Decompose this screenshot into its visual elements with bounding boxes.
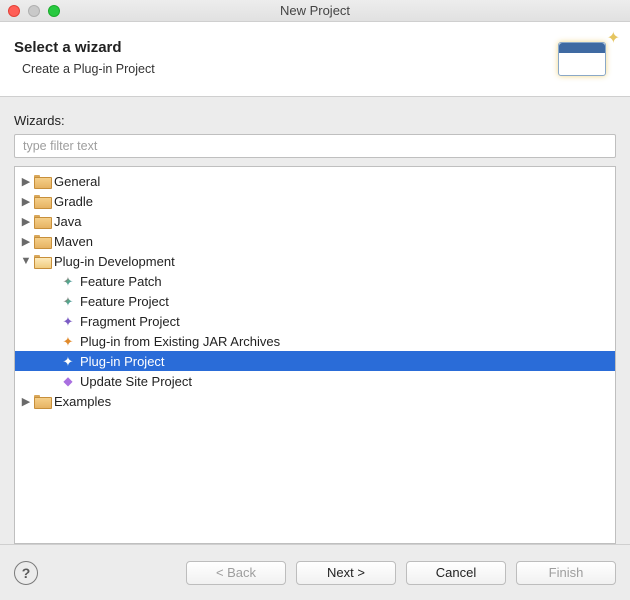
plugin-icon: ✦	[59, 353, 77, 369]
tree-item-label: Examples	[54, 394, 111, 409]
folder-icon	[33, 173, 51, 189]
tree-item-label: Plug-in from Existing JAR Archives	[80, 334, 280, 349]
tree-item-update-site-project[interactable]: ◆Update Site Project	[15, 371, 615, 391]
wizard-banner: Select a wizard Create a Plug-in Project…	[0, 22, 630, 97]
tree-item-label: Feature Project	[80, 294, 169, 309]
folder-icon	[33, 213, 51, 229]
folder-icon	[33, 253, 51, 269]
wizard-heading: Select a wizard	[14, 39, 155, 56]
help-button[interactable]: ?	[14, 561, 38, 585]
tree-folder-general[interactable]: ▶ General	[15, 171, 615, 191]
wizard-subheading: Create a Plug-in Project	[22, 62, 155, 76]
wizard-tree[interactable]: ▶ General ▶ Gradle ▶ Java ▶ Maven ▼ Plug-in Devel…	[14, 166, 616, 544]
folder-icon	[33, 193, 51, 209]
tree-item-feature-patch[interactable]: ✦Feature Patch	[15, 271, 615, 291]
tree-item-plug-in-project[interactable]: ✦Plug-in Project	[15, 351, 615, 371]
plugin-icon: ✦	[59, 273, 77, 289]
wizards-label: Wizards:	[14, 113, 616, 128]
tree-item-plug-in-from-existing-jar-archives[interactable]: ✦Plug-in from Existing JAR Archives	[15, 331, 615, 351]
tree-item-label: Java	[54, 214, 81, 229]
tree-folder-gradle[interactable]: ▶ Gradle	[15, 191, 615, 211]
wizard-footer: ? < Back Next > Cancel Finish	[0, 544, 630, 600]
plugin-icon: ✦	[59, 333, 77, 349]
expand-icon[interactable]: ▶	[19, 235, 33, 248]
wizard-body: Wizards: ▶ General ▶ Gradle ▶ Java ▶ Maven ▼ Plug…	[0, 97, 630, 544]
finish-button[interactable]: Finish	[516, 561, 616, 585]
expand-icon[interactable]: ▶	[19, 395, 33, 408]
tree-folder-java[interactable]: ▶ Java	[15, 211, 615, 231]
tree-folder-examples[interactable]: ▶ Examples	[15, 391, 615, 411]
tree-folder-plugin-development[interactable]: ▼ Plug-in Development	[15, 251, 615, 271]
titlebar: New Project	[0, 0, 630, 22]
site-icon: ◆	[59, 373, 77, 389]
expand-icon[interactable]: ▶	[19, 215, 33, 228]
next-button[interactable]: Next >	[296, 561, 396, 585]
tree-item-label: Fragment Project	[80, 314, 180, 329]
tree-item-label: Gradle	[54, 194, 93, 209]
tree-item-label: Plug-in Project	[80, 354, 165, 369]
back-button[interactable]: < Back	[186, 561, 286, 585]
cancel-button[interactable]: Cancel	[406, 561, 506, 585]
wizard-banner-icon: ✦	[552, 32, 616, 82]
tree-item-label: Maven	[54, 234, 93, 249]
tree-item-label: Update Site Project	[80, 374, 192, 389]
filter-input[interactable]	[14, 134, 616, 158]
tree-folder-maven[interactable]: ▶ Maven	[15, 231, 615, 251]
folder-icon	[33, 393, 51, 409]
plugin-icon: ✦	[59, 293, 77, 309]
tree-item-fragment-project[interactable]: ✦Fragment Project	[15, 311, 615, 331]
tree-item-label: Feature Patch	[80, 274, 162, 289]
folder-icon	[33, 233, 51, 249]
tree-item-feature-project[interactable]: ✦Feature Project	[15, 291, 615, 311]
wizard-window: New Project Select a wizard Create a Plu…	[0, 0, 630, 600]
tree-item-label: General	[54, 174, 100, 189]
window-title: New Project	[0, 3, 630, 18]
expand-icon[interactable]: ▶	[19, 195, 33, 208]
expand-icon[interactable]: ▶	[19, 175, 33, 188]
tree-item-label: Plug-in Development	[54, 254, 175, 269]
collapse-icon[interactable]: ▼	[19, 255, 33, 267]
plugin-icon: ✦	[59, 313, 77, 329]
